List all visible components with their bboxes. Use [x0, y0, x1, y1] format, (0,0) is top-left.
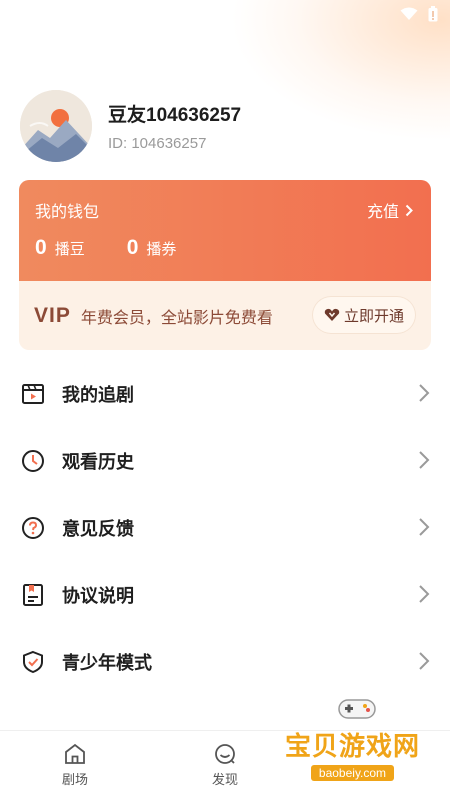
- vip-banner[interactable]: VIP 年费会员，全站影片免费看 立即开通: [19, 281, 431, 350]
- tab-discover[interactable]: 发现: [150, 731, 300, 800]
- beans-label: 播豆: [54, 241, 85, 258]
- chevron-right-icon: [419, 518, 430, 536]
- chevron-right-icon: [419, 585, 430, 603]
- wifi-icon: [400, 7, 418, 21]
- menu-item-teen-mode[interactable]: 青少年模式: [0, 628, 450, 695]
- vip-button-label: 立即开通: [343, 307, 404, 325]
- watermark-url: baobeiy.com: [310, 765, 395, 781]
- menu-label: 协议说明: [62, 585, 134, 606]
- menu-label: 青少年模式: [62, 652, 152, 673]
- vip-description: 年费会员，全站影片免费看: [80, 309, 273, 327]
- discover-icon: [215, 744, 235, 764]
- recharge-button[interactable]: 充值: [367, 198, 413, 222]
- question-icon: [20, 515, 46, 541]
- mountain-sun-avatar-icon: [20, 90, 92, 162]
- chevron-right-icon: [419, 384, 430, 402]
- tab-label: 发现: [211, 772, 238, 787]
- wallet-stats: 0 播豆 0 播券: [35, 236, 415, 260]
- profile-header[interactable]: 豆友104636257 ID: 104636257: [20, 90, 241, 162]
- watermark-logo: 宝贝游戏网 baobeiy.com: [284, 699, 420, 782]
- watermark-title: 宝贝游戏网: [284, 731, 420, 761]
- recharge-label: 充值: [366, 204, 399, 221]
- wallet-section[interactable]: 我的钱包 充值 0 播豆 0 播券: [19, 180, 431, 281]
- menu-label: 观看历史: [62, 451, 134, 472]
- menu-label: 我的追剧: [62, 384, 134, 405]
- chevron-right-icon: [419, 451, 430, 469]
- status-bar: [400, 6, 438, 22]
- menu-list: 我的追剧 观看历史 意见反馈 协议说明 青少年模式: [0, 360, 450, 695]
- beans-value: 0: [35, 236, 47, 259]
- gamepad-icon: [338, 699, 376, 719]
- wallet-title: 我的钱包: [35, 204, 100, 221]
- beans-stat: 0 播豆: [35, 236, 85, 260]
- wallet-card: 我的钱包 充值 0 播豆 0 播券 VIP 年费会员，全站影片免费看 立即开通: [19, 180, 431, 350]
- clapperboard-icon: [20, 381, 46, 407]
- menu-item-my-series[interactable]: 我的追剧: [0, 360, 450, 427]
- coupons-stat: 0 播券: [127, 236, 177, 260]
- tab-theater[interactable]: 剧场: [0, 731, 150, 800]
- document-icon: [20, 582, 46, 608]
- heart-diamond-icon: [324, 308, 340, 321]
- battery-icon: [428, 6, 438, 22]
- chevron-right-icon: [419, 652, 430, 670]
- coupons-value: 0: [126, 236, 139, 259]
- avatar[interactable]: [20, 90, 92, 162]
- vip-badge: VIP: [34, 303, 71, 327]
- clock-icon: [20, 448, 46, 474]
- user-id: ID: 104636257: [108, 135, 207, 152]
- vip-open-button[interactable]: 立即开通: [311, 296, 416, 334]
- tab-label: 剧场: [61, 772, 88, 787]
- home-icon: [65, 743, 85, 764]
- user-nickname: 豆友104636257: [108, 105, 242, 126]
- shield-check-icon: [20, 649, 46, 675]
- menu-item-watch-history[interactable]: 观看历史: [0, 427, 450, 494]
- chevron-right-icon: [405, 204, 413, 216]
- menu-item-agreement[interactable]: 协议说明: [0, 561, 450, 628]
- menu-label: 意见反馈: [62, 518, 134, 539]
- coupons-label: 播券: [146, 241, 177, 258]
- menu-item-feedback[interactable]: 意见反馈: [0, 494, 450, 561]
